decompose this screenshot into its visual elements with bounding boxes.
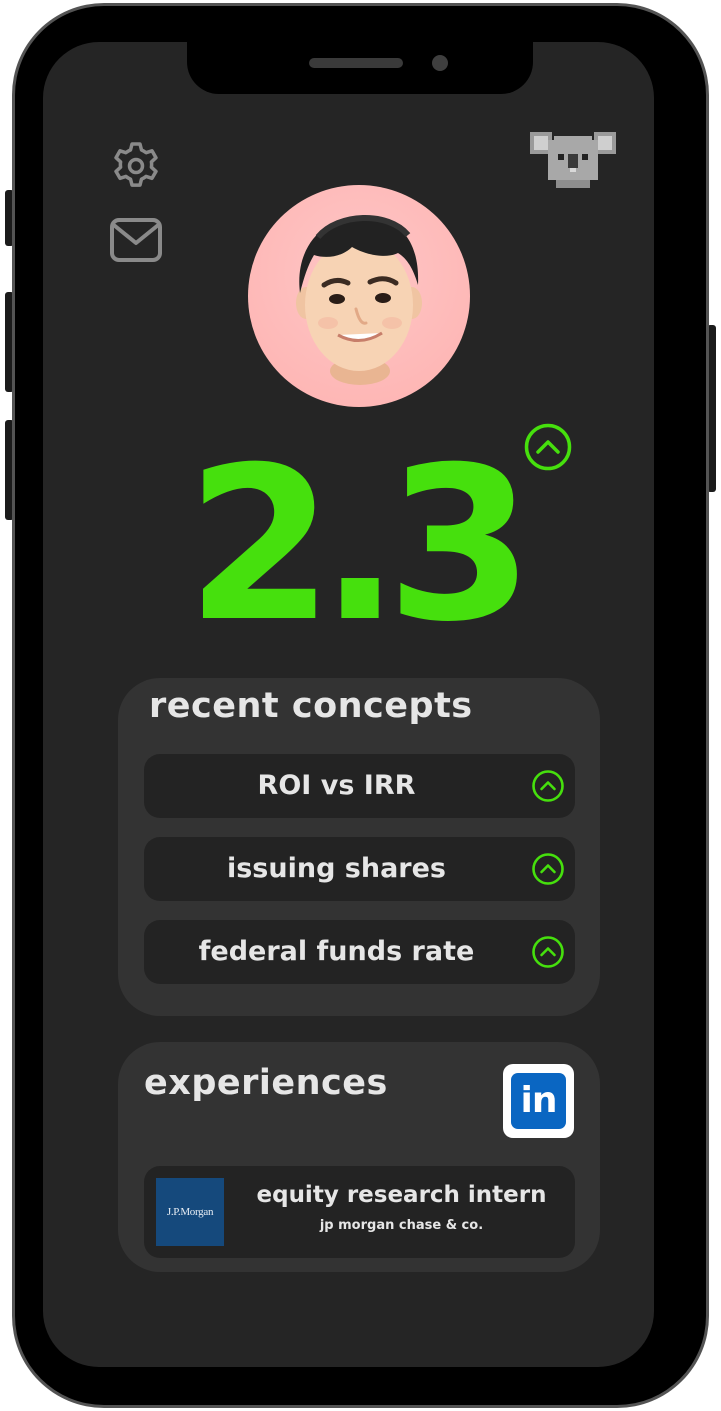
score-trend-button[interactable] [523,422,573,472]
settings-button[interactable] [109,139,163,193]
chevron-up-circle-icon [532,770,564,802]
speaker [309,58,403,68]
linkedin-icon: in [511,1073,566,1129]
experience-company: jp morgan chase & co. [319,1218,484,1233]
score-value: 2.3 [186,421,534,668]
memoji-avatar-icon [296,215,422,385]
mail-button[interactable] [109,216,163,264]
chevron-up-circle-icon [524,423,572,471]
mail-icon [110,218,162,262]
koala-pixel-icon [530,132,616,188]
profile-avatar[interactable] [248,185,470,407]
concept-label: issuing shares [226,853,447,884]
linkedin-button[interactable]: in [503,1064,574,1138]
notch [187,42,533,94]
experiences-title: experiences [144,1063,388,1103]
app-screen: 2.3 recent concepts ROI vs IRR issuing s… [43,42,654,1367]
mascot-button[interactable] [530,128,616,192]
concept-item[interactable]: federal funds rate [144,920,575,984]
chevron-up-circle-icon [532,936,564,968]
experiences-card: experiences in J.P.Morgan equity researc… [118,1042,600,1272]
recent-concepts-card: recent concepts ROI vs IRR issuing share… [118,678,600,1016]
concept-item[interactable]: issuing shares [144,837,575,901]
concept-label: federal funds rate [198,936,475,967]
concept-label: ROI vs IRR [257,770,416,801]
front-camera [432,55,448,71]
concept-item[interactable]: ROI vs IRR [144,754,575,818]
gear-icon [114,142,158,187]
recent-concepts-title: recent concepts [149,686,473,726]
experience-title: equity research intern [256,1182,547,1208]
jpmorgan-logo: J.P.Morgan [156,1178,224,1246]
experience-item[interactable]: J.P.Morgan equity research intern jp mor… [144,1166,575,1258]
chevron-up-circle-icon [532,853,564,885]
